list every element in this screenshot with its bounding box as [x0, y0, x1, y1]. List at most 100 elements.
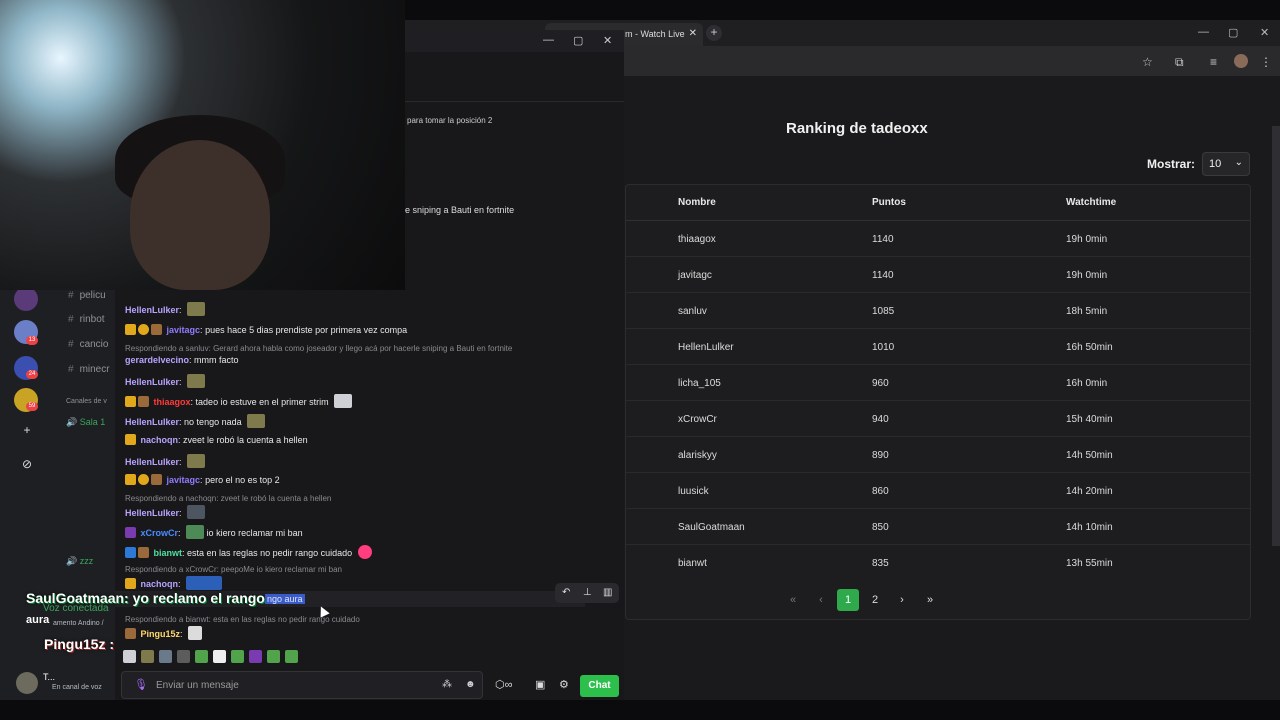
points-icon[interactable]: ⬡∞: [495, 678, 512, 691]
tab-close-icon[interactable]: ✕: [689, 28, 697, 39]
voice-category[interactable]: Canales de v: [66, 398, 107, 405]
voice-channel[interactable]: 🔊 Sala 1: [66, 417, 105, 428]
overlay-text: : yo reclamo el rango: [124, 590, 265, 606]
page-2-button[interactable]: 2: [864, 589, 886, 611]
cell-name: SaulGoatmaan: [678, 522, 745, 533]
media-control-icon[interactable]: ≡: [1210, 55, 1217, 69]
chat-message: nachoqn: zveet le robó la cuenta a helle…: [125, 434, 308, 445]
page-scrollbar[interactable]: [1272, 126, 1280, 546]
selected-text: ngo aura: [265, 594, 305, 604]
emote[interactable]: [231, 650, 244, 663]
cell-name: javitagc: [678, 270, 712, 281]
translate-icon[interactable]: ⁂: [442, 679, 452, 690]
voice-channel[interactable]: 🔊 zzz: [66, 556, 93, 567]
reply-context: Respondiendo a bianwt: esta en las regla…: [125, 615, 360, 624]
chat-message: HellenLulker: no tengo nada: [125, 414, 266, 428]
chat-message: thiaagox: tadeo io estuve en el primer s…: [125, 394, 353, 408]
microphone-icon[interactable]: 🎙: [134, 678, 148, 691]
channel-item[interactable]: # pelicu: [68, 290, 106, 301]
minimize-icon[interactable]: —: [1198, 26, 1209, 38]
message-actions: ↶ ⊥ ▥: [555, 583, 619, 603]
last-page-button[interactable]: »: [919, 589, 941, 611]
emote[interactable]: [195, 650, 208, 663]
bookmark-star-icon[interactable]: ☆: [1142, 55, 1153, 69]
server-icon[interactable]: [14, 287, 38, 311]
gear-icon[interactable]: ⚙: [559, 678, 569, 691]
cell-name: licha_105: [678, 378, 721, 389]
prev-page-button[interactable]: ‹: [810, 589, 832, 611]
chat-notice: para tomar la posición 2: [407, 116, 493, 125]
reply-icon[interactable]: ↶: [562, 587, 570, 598]
minimize-icon[interactable]: —: [543, 34, 554, 46]
emote[interactable]: [177, 650, 190, 663]
emote[interactable]: [267, 650, 280, 663]
emote[interactable]: [159, 650, 172, 663]
maximize-icon[interactable]: ▢: [573, 34, 583, 47]
show-count-value: 10: [1209, 158, 1222, 170]
user-name: T...: [43, 672, 56, 682]
emote[interactable]: [123, 650, 136, 663]
cell-watchtime: 19h 0min: [1066, 270, 1108, 281]
webcam-overlay: [0, 0, 405, 290]
channel-item[interactable]: # rinbot: [68, 314, 105, 325]
header-watchtime[interactable]: Watchtime: [1066, 197, 1116, 208]
new-tab-button[interactable]: +: [706, 25, 722, 41]
chat-input-placeholder: Enviar un mensaje: [156, 680, 239, 691]
user-avatar[interactable]: [16, 672, 38, 694]
cell-watchtime: 14h 10min: [1066, 522, 1113, 533]
cell-watchtime: 15h 40min: [1066, 414, 1113, 425]
header-nombre[interactable]: Nombre: [678, 197, 716, 208]
channel-item[interactable]: # cancio: [68, 339, 108, 350]
chat-message: HellenLulker:: [125, 374, 206, 388]
menu-icon[interactable]: ⋮: [1260, 55, 1272, 69]
cell-name: thiaagox: [678, 234, 716, 245]
cell-watchtime: 18h 5min: [1066, 306, 1108, 317]
close-icon[interactable]: ✕: [1260, 26, 1269, 39]
emoji-icon[interactable]: ☻: [465, 679, 476, 690]
channel-item[interactable]: # minecr: [68, 364, 110, 375]
emote[interactable]: [249, 650, 262, 663]
cell-name: sanluv: [678, 306, 707, 317]
emote: [357, 545, 372, 559]
emote[interactable]: [285, 650, 298, 663]
cell-watchtime: 14h 50min: [1066, 450, 1113, 461]
cell-points: 940: [872, 414, 889, 425]
emote-bar: [123, 650, 323, 666]
close-icon[interactable]: ✕: [603, 34, 612, 47]
header-puntos[interactable]: Puntos: [872, 197, 906, 208]
cell-name: xCrowCr: [678, 414, 717, 425]
explore-icon[interactable]: ⊘: [20, 458, 34, 472]
pagination: « ‹ 1 2 › »: [626, 585, 1250, 615]
extensions-icon[interactable]: ⧉: [1175, 55, 1184, 70]
page-1-button[interactable]: 1: [837, 589, 859, 611]
chat-message: xCrowCr: io kiero reclamar mi ban: [125, 525, 303, 539]
cell-name: HellenLulker: [678, 342, 734, 353]
table-row: javitagc 1140 19h 0min: [626, 257, 1250, 293]
table-row: HellenLulker 1010 16h 50min: [626, 329, 1250, 365]
table-row: thiaagox 1140 19h 0min: [626, 221, 1250, 257]
store-icon[interactable]: ▣: [535, 678, 545, 691]
add-server-icon[interactable]: +: [20, 424, 34, 438]
table-row: licha_105 960 16h 0min: [626, 365, 1250, 401]
cell-watchtime: 16h 50min: [1066, 342, 1113, 353]
delete-icon[interactable]: ▥: [603, 587, 612, 598]
next-page-button[interactable]: ›: [891, 589, 913, 611]
chat-send-button[interactable]: Chat: [580, 675, 619, 697]
show-count-select[interactable]: 10 ⌄: [1202, 152, 1250, 176]
emote[interactable]: [141, 650, 154, 663]
maximize-icon[interactable]: ▢: [1228, 26, 1238, 39]
chat-message: nachoqn:: [125, 576, 223, 590]
emote[interactable]: [213, 650, 226, 663]
first-page-button[interactable]: «: [782, 589, 804, 611]
table-row: sanluv 1085 18h 5min: [626, 293, 1250, 329]
user-status: En canal de voz: [52, 684, 102, 691]
chat-input[interactable]: 🎙 Enviar un mensaje ⁂ ☻: [121, 671, 483, 699]
reply-context: Respondiendo a xCrowCr: peepoMe io kiero…: [125, 565, 342, 574]
emote: [186, 525, 205, 539]
emote: [334, 394, 353, 408]
cell-name: bianwt: [678, 558, 707, 569]
ranking-table: Nombre Puntos Watchtime thiaagox 1140 19…: [625, 184, 1251, 620]
profile-avatar[interactable]: [1234, 54, 1248, 68]
chat-message: HellenLulker:: [125, 454, 206, 468]
pin-icon[interactable]: ⊥: [583, 587, 592, 598]
